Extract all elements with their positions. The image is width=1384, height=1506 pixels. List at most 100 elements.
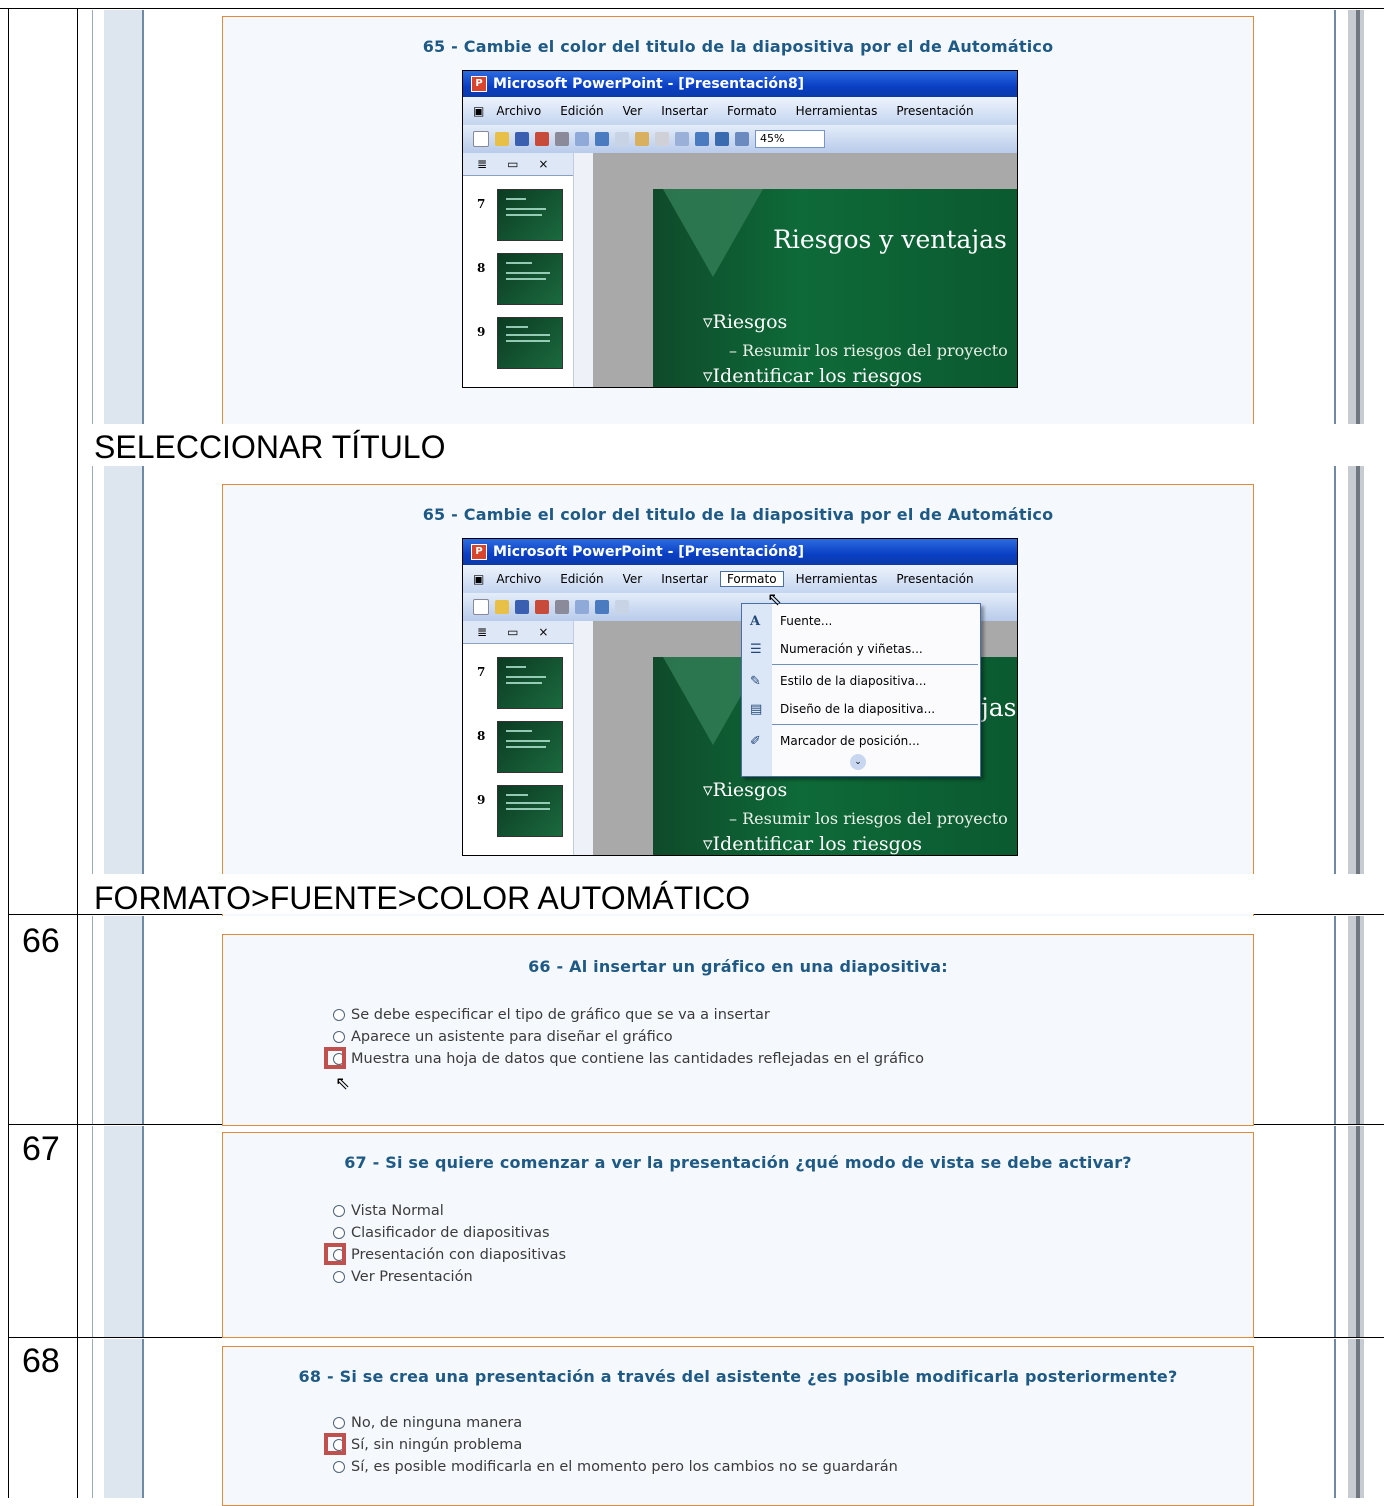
format-painter-icon[interactable] [655,132,669,146]
menu-formato[interactable]: Formato [727,104,777,118]
menu-item-estilo[interactable]: Estilo de la diapositiva... [780,674,926,688]
slide-canvas[interactable]: Riesgos y ventajas ▿Riesgos – Resumir lo… [653,189,1017,387]
doc-icon: ▣ [473,104,485,118]
question-title-67: 67 - Si se quiere comenzar a ver la pres… [344,1153,1132,1172]
table-border-top [0,8,1384,9]
powerpoint-window-1: P Microsoft PowerPoint - [Presentación8] … [462,70,1018,388]
menu-item-diseno[interactable]: Diseño de la diapositiva... [780,702,935,716]
placeholder-icon: ✐ [750,734,761,749]
undo-icon[interactable] [675,132,689,146]
menu-presentacion[interactable]: Presentación [896,572,973,586]
new-icon[interactable] [473,599,489,615]
slide-thumbnail-9[interactable] [497,785,563,837]
powerpoint-icon: P [471,544,487,560]
bullets-icon: ☰ [750,642,762,657]
menu-item-numeracion[interactable]: Numeración y viñetas... [780,642,923,656]
preview-icon[interactable] [575,132,589,146]
question-title-65: 65 - Cambie el color del titulo de la di… [422,37,1054,56]
menu-item-marcador[interactable]: Marcador de posición... [780,734,920,748]
permission-icon[interactable] [535,132,549,146]
q66-option-3[interactable]: Muestra una hoja de datos que contiene l… [333,1051,924,1067]
copy-icon[interactable] [615,132,629,146]
permission-icon[interactable] [535,600,549,614]
q67-option-3[interactable]: Presentación con diapositivas [333,1247,566,1263]
row-number-68: 68 [22,1342,60,1380]
slide-bullet-1-sub: – Resumir los riesgos del proyecto [729,809,1008,828]
q67-option-4[interactable]: Ver Presentación [333,1269,473,1285]
open-icon[interactable] [495,600,509,614]
preview-icon[interactable] [575,600,589,614]
menu-edicion[interactable]: Edición [560,572,603,586]
grid-icon[interactable] [735,132,749,146]
slide-thumbnail-9[interactable] [497,317,563,369]
menu-ver[interactable]: Ver [623,104,643,118]
open-icon[interactable] [495,132,509,146]
slide-thumbnail-8[interactable] [497,253,563,305]
outline-tab-icon[interactable]: ≣ [477,157,487,171]
menu-herramientas[interactable]: Herramientas [796,572,878,586]
save-icon[interactable] [515,132,529,146]
menu-insertar[interactable]: Insertar [661,572,708,586]
spelling-icon[interactable] [595,600,609,614]
radio-button[interactable] [333,1009,345,1021]
menu-presentacion[interactable]: Presentación [896,104,973,118]
question-panel-67: 67 - Si se quiere comenzar a ver la pres… [222,1132,1254,1338]
menu-edicion[interactable]: Edición [560,104,603,118]
answer-highlight-box [324,1243,346,1265]
menu-ver[interactable]: Ver [623,572,643,586]
save-icon[interactable] [515,600,529,614]
slides-tab-icon[interactable]: ▭ [507,157,518,171]
slide-thumbnail-7[interactable] [497,657,563,709]
menu-item-fuente[interactable]: Fuente... [780,614,832,628]
pane-scrollbar[interactable] [573,153,594,387]
format-dropdown-menu: A Fuente... ☰ Numeración y viñetas... ✎ … [741,603,981,777]
paste-icon[interactable] [635,132,649,146]
outline-tab-icon[interactable]: ≣ [477,625,487,639]
radio-button[interactable] [333,1461,345,1473]
window-title: Microsoft PowerPoint - [Presentación8] [493,76,805,92]
chart-icon[interactable] [695,132,709,146]
q68-option-1[interactable]: No, de ninguna manera [333,1415,522,1431]
menu-herramientas[interactable]: Herramientas [796,104,878,118]
menu-archivo[interactable]: Archivo [496,572,541,586]
powerpoint-icon: P [471,76,487,92]
table-icon[interactable] [715,132,729,146]
radio-button[interactable] [333,1417,345,1429]
slide-title-partial[interactable]: jas [981,693,1017,722]
q68-option-2[interactable]: Sí, sin ningún problema [333,1437,522,1453]
print-icon[interactable] [555,600,569,614]
expand-menu-icon[interactable]: ⌄ [850,754,866,770]
q66-option-1[interactable]: Se debe especificar el tipo de gráfico q… [333,1007,770,1023]
question-title-68: 68 - Si se crea una presentación a travé… [298,1367,1178,1386]
slide-thumbnail-7[interactable] [497,189,563,241]
radio-button[interactable] [333,1271,345,1283]
slides-pane: ≣ ▭ × 7 8 9 [463,153,574,387]
slide-bullet-2: ▿Identificar los riesgos [703,833,922,855]
new-icon[interactable] [473,131,489,147]
pane-scrollbar[interactable] [573,621,594,855]
menu-formato-open[interactable]: Formato [719,571,784,587]
print-icon[interactable] [555,132,569,146]
menu-insertar[interactable]: Insertar [661,104,708,118]
radio-button[interactable] [333,1227,345,1239]
copy-icon[interactable] [615,600,629,614]
slides-tab-icon[interactable]: ▭ [507,625,518,639]
q67-option-1[interactable]: Vista Normal [333,1203,444,1219]
q66-option-2[interactable]: Aparece un asistente para diseñar el grá… [333,1029,673,1045]
q68-option-3[interactable]: Sí, es posible modificarla en el momento… [333,1459,898,1475]
close-pane-icon[interactable]: × [538,157,548,171]
slide-design-icon: ✎ [750,674,761,689]
slide-layout-icon: ▤ [750,702,763,717]
menu-archivo[interactable]: Archivo [496,104,541,118]
close-pane-icon[interactable]: × [538,625,548,639]
spelling-icon[interactable] [595,132,609,146]
slide-title[interactable]: Riesgos y ventajas [773,225,1007,254]
radio-button[interactable] [333,1205,345,1217]
q67-option-2[interactable]: Clasificador de diapositivas [333,1225,550,1241]
zoom-box[interactable]: 45% [755,130,825,148]
radio-button[interactable] [333,1031,345,1043]
slide-bullet-1: ▿Riesgos [703,779,788,801]
slide-thumbnail-8[interactable] [497,721,563,773]
slide-bullet-2: ▿Identificar los riesgos [703,365,922,387]
window-title: Microsoft PowerPoint - [Presentación8] [493,544,805,560]
